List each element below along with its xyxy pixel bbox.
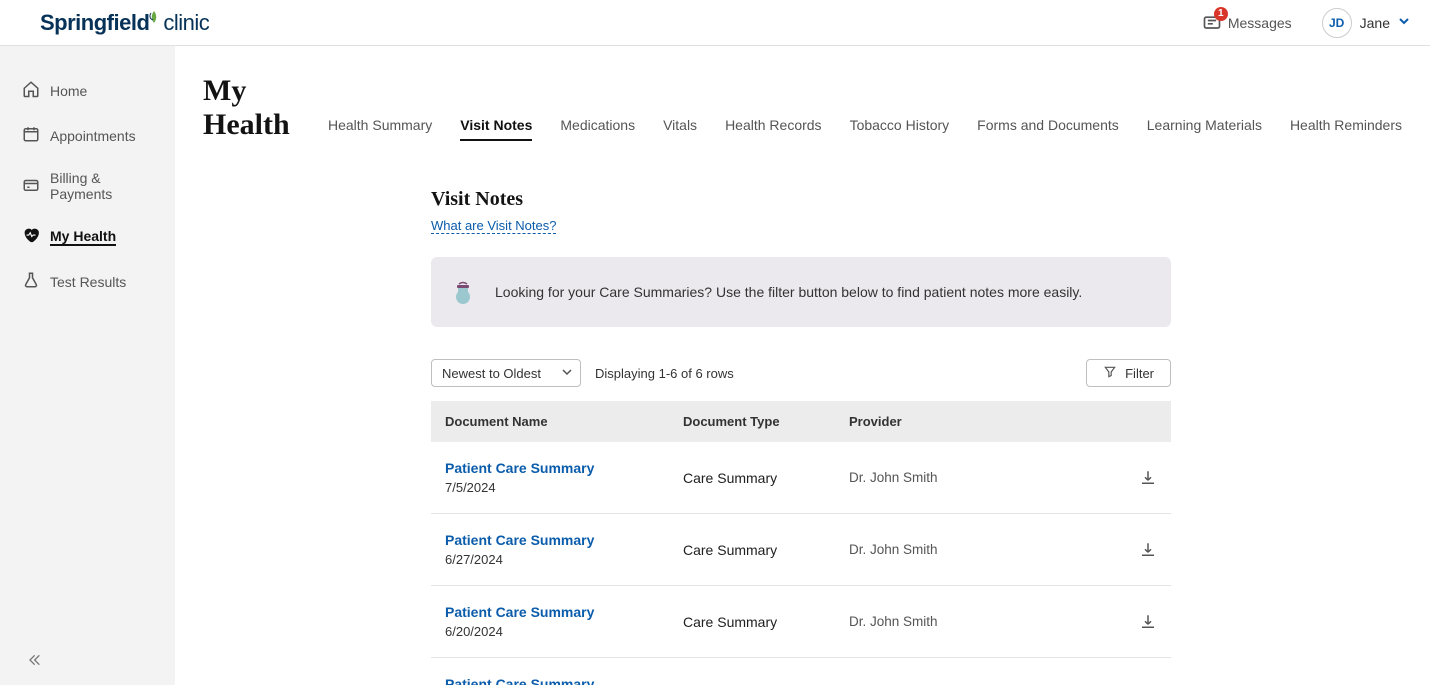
info-banner: Looking for your Care Summaries? Use the…: [431, 257, 1171, 327]
col-header-document-type: Document Type: [683, 414, 849, 429]
brand-name-2: clinic: [163, 10, 209, 36]
section-title: Visit Notes: [431, 188, 1171, 211]
sidebar-item-home[interactable]: Home: [0, 68, 175, 113]
document-link[interactable]: Patient Care Summary: [445, 460, 683, 476]
download-button[interactable]: [1117, 541, 1157, 559]
page-title: My Health: [203, 74, 292, 142]
avatar: JD: [1322, 8, 1352, 38]
tab-bar: Health Summary Visit Notes Medications V…: [328, 117, 1402, 142]
filter-button[interactable]: Filter: [1086, 359, 1171, 387]
sidebar-item-label: Billing & Payments: [50, 170, 157, 202]
tab-forms-documents[interactable]: Forms and Documents: [977, 117, 1119, 141]
tab-visit-notes[interactable]: Visit Notes: [460, 117, 532, 141]
messages-icon: 1: [1202, 13, 1222, 33]
messages-button[interactable]: 1 Messages: [1202, 13, 1292, 33]
table-header: Document Name Document Type Provider: [431, 401, 1171, 442]
col-header-provider: Provider: [849, 414, 1117, 429]
sidebar-item-label: My Health: [50, 228, 116, 246]
heart-icon: [22, 226, 40, 247]
tab-health-records[interactable]: Health Records: [725, 117, 822, 141]
download-button[interactable]: [1117, 613, 1157, 631]
banner-text: Looking for your Care Summaries? Use the…: [495, 284, 1082, 300]
leaf-icon: [148, 11, 160, 25]
sidebar: Home Appointments Billing & Payments My …: [0, 46, 175, 685]
top-bar: Springfield clinic 1 Messages JD Jane: [0, 0, 1430, 46]
calendar-icon: [22, 125, 40, 146]
table-row: Patient Care Summary 6/13/2024 Care Summ…: [431, 658, 1171, 685]
document-provider: Dr. John Smith: [849, 470, 1117, 485]
flask-icon: [22, 271, 40, 292]
user-menu[interactable]: JD Jane: [1322, 8, 1410, 38]
document-date: 6/27/2024: [445, 552, 683, 567]
collapse-sidebar-button[interactable]: [26, 652, 42, 673]
filter-label: Filter: [1125, 366, 1154, 381]
document-link[interactable]: Patient Care Summary: [445, 604, 683, 620]
download-button[interactable]: [1117, 469, 1157, 487]
document-provider: Dr. John Smith: [849, 542, 1117, 557]
topbar-right: 1 Messages JD Jane: [1202, 8, 1410, 38]
wallet-icon: [22, 176, 40, 197]
tab-health-reminders[interactable]: Health Reminders: [1290, 117, 1402, 141]
brand-logo[interactable]: Springfield clinic: [40, 10, 209, 36]
document-type: Care Summary: [683, 614, 849, 630]
tab-learning-materials[interactable]: Learning Materials: [1147, 117, 1262, 141]
document-date: 7/5/2024: [445, 480, 683, 495]
home-icon: [22, 80, 40, 101]
brand-name-1: Springfield: [40, 10, 149, 36]
sidebar-item-appointments[interactable]: Appointments: [0, 113, 175, 158]
tab-health-summary[interactable]: Health Summary: [328, 117, 432, 141]
main-header: My Health Health Summary Visit Notes Med…: [203, 74, 1402, 142]
document-date: 6/20/2024: [445, 624, 683, 639]
messages-badge: 1: [1214, 7, 1228, 21]
col-header-document-name: Document Name: [445, 414, 683, 429]
sort-select-wrap: Newest to Oldest: [431, 359, 581, 387]
sidebar-item-billing[interactable]: Billing & Payments: [0, 158, 175, 214]
documents-table: Document Name Document Type Provider Pat…: [431, 401, 1171, 685]
jar-icon: [453, 279, 473, 305]
tab-medications[interactable]: Medications: [560, 117, 635, 141]
sidebar-item-my-health[interactable]: My Health: [0, 214, 175, 259]
document-type: Care Summary: [683, 470, 849, 486]
sidebar-item-label: Test Results: [50, 274, 126, 290]
sidebar-item-label: Appointments: [50, 128, 136, 144]
content-area: Visit Notes What are Visit Notes? Lookin…: [431, 188, 1171, 685]
sidebar-item-test-results[interactable]: Test Results: [0, 259, 175, 304]
sort-select[interactable]: Newest to Oldest: [431, 359, 581, 387]
sidebar-item-label: Home: [50, 83, 87, 99]
document-link[interactable]: Patient Care Summary: [445, 676, 683, 685]
list-controls: Newest to Oldest Displaying 1-6 of 6 row…: [431, 359, 1171, 387]
table-row: Patient Care Summary 7/5/2024 Care Summa…: [431, 442, 1171, 514]
table-row: Patient Care Summary 6/20/2024 Care Summ…: [431, 586, 1171, 658]
row-count: Displaying 1-6 of 6 rows: [595, 366, 734, 381]
tab-tobacco-history[interactable]: Tobacco History: [850, 117, 950, 141]
chevron-down-icon: [1398, 14, 1410, 32]
filter-icon: [1103, 365, 1117, 382]
document-provider: Dr. John Smith: [849, 614, 1117, 629]
user-name: Jane: [1360, 15, 1390, 31]
messages-label: Messages: [1228, 15, 1292, 31]
table-row: Patient Care Summary 6/27/2024 Care Summ…: [431, 514, 1171, 586]
tab-vitals[interactable]: Vitals: [663, 117, 697, 141]
document-type: Care Summary: [683, 542, 849, 558]
main-content: My Health Health Summary Visit Notes Med…: [175, 46, 1430, 685]
document-link[interactable]: Patient Care Summary: [445, 532, 683, 548]
help-link[interactable]: What are Visit Notes?: [431, 218, 556, 234]
